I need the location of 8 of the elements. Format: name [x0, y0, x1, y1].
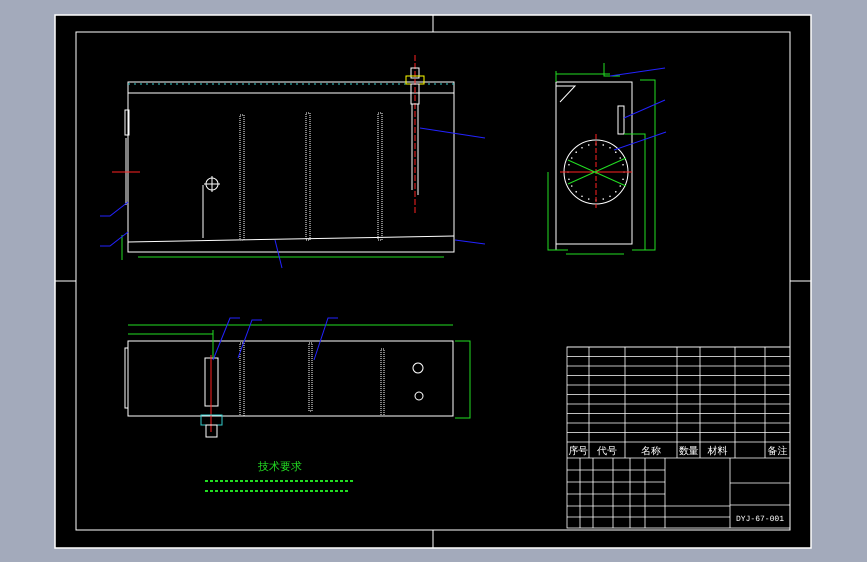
column-header: 数量: [679, 446, 698, 457]
column-header: 代号: [597, 446, 617, 457]
column-header: 材料: [708, 446, 728, 457]
column-header: 名称: [641, 446, 661, 457]
drawing-number: DYJ-67-001: [736, 515, 784, 524]
column-header: 序号: [568, 446, 588, 457]
column-header: 备注: [768, 446, 788, 457]
requirements-heading: 技术要求: [258, 460, 302, 473]
